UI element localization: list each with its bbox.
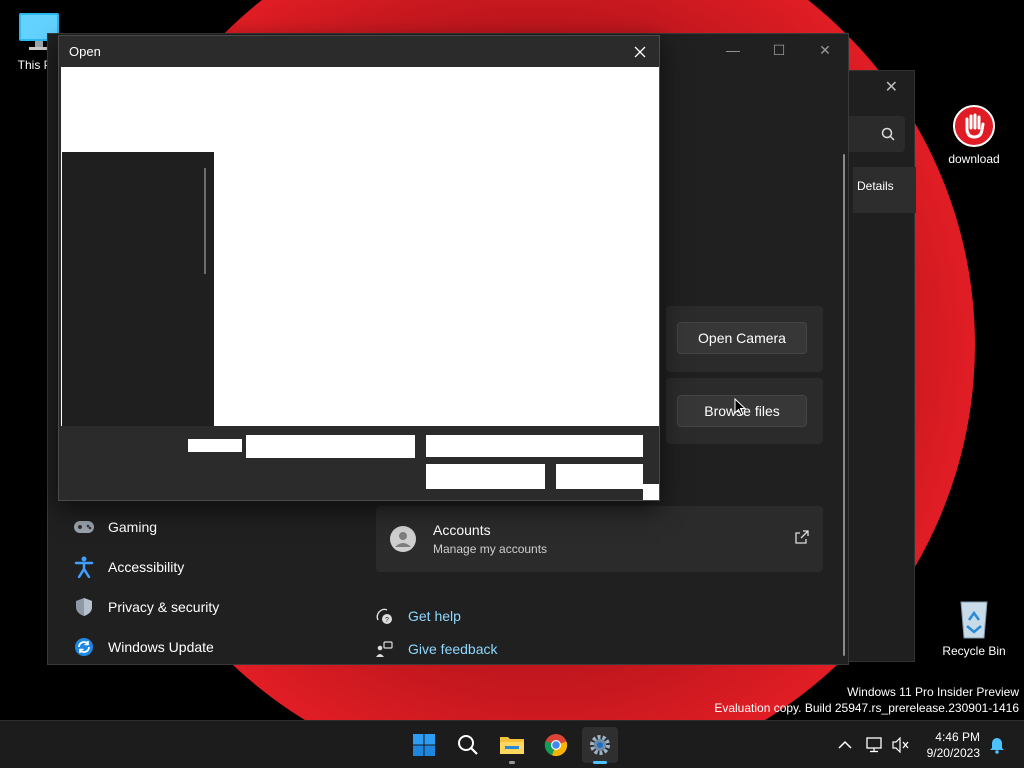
shield-icon [72,595,96,619]
recycle-bin-icon [952,596,996,640]
notification-bell-icon[interactable] [984,727,1010,763]
chevron-up-icon[interactable] [827,727,863,763]
help-icon: ? [374,607,394,625]
sidebar-item-gaming[interactable]: Gaming [72,509,372,545]
give-feedback-label: Give feedback [408,641,498,657]
background-dialog: ✕ Details [848,70,916,662]
avatar [390,526,416,552]
sidebar-item-windows-update[interactable]: Windows Update [72,629,372,664]
get-help-link[interactable]: ? Get help [374,605,461,627]
start-icon[interactable] [406,727,442,763]
svg-text:?: ? [385,617,389,624]
system-clock[interactable]: 4:46 PM 9/20/2023 [927,729,980,761]
minimize-icon[interactable]: — [710,34,756,66]
clock-date: 9/20/2023 [926,746,980,760]
accounts-card[interactable]: Accounts Manage my accounts [376,506,823,572]
file-name-label [188,439,242,452]
accounts-title: Accounts [433,522,491,538]
resize-grip[interactable] [643,484,659,500]
windows-update-icon [72,635,96,659]
dialog-title: Open [69,44,101,59]
file-explorer-icon[interactable] [494,727,530,764]
sidebar-item-accessibility[interactable]: Accessibility [72,549,372,585]
clock-time: 4:46 PM [935,730,980,744]
running-indicator [509,761,515,764]
external-link-icon [795,530,809,549]
details-tab[interactable]: Details [853,167,916,213]
search-icon[interactable] [450,727,486,763]
accessibility-icon [72,555,96,579]
scrollbar[interactable] [204,168,206,274]
watermark-line-2: Evaluation copy. Build 25947.rs_prerelea… [714,701,1019,715]
volume-muted-icon[interactable] [886,727,916,763]
open-button[interactable] [426,464,545,489]
dialog-footer [59,426,659,500]
chrome-icon[interactable] [538,727,574,763]
navigation-pane[interactable] [62,152,214,426]
maximize-icon[interactable]: ☐ [756,34,802,66]
window-controls: — ☐ ✕ [710,34,848,66]
hand-stop-icon [952,104,996,148]
open-camera-button[interactable]: Open Camera [677,322,807,354]
close-icon[interactable] [627,39,653,65]
cancel-button[interactable] [556,464,643,489]
feedback-icon [374,640,394,658]
desktop-icon-label: Recycle Bin [942,644,1006,658]
file-name-input[interactable] [246,435,415,458]
search-box[interactable] [849,116,905,152]
sidebar-item-label: Windows Update [108,639,214,655]
open-file-dialog: Open [58,35,660,501]
accounts-subtitle: Manage my accounts [433,542,548,556]
desktop-icon-download[interactable]: download [936,104,1012,166]
scrollbar[interactable] [843,154,845,656]
watermark-line-1: Windows 11 Pro Insider Preview [847,685,1019,699]
search-icon [881,127,895,141]
sidebar-item-label: Accessibility [108,559,185,575]
taskbar: 4:46 PM 9/20/2023 [0,720,1024,768]
mouse-cursor-icon [734,397,747,421]
file-type-dropdown[interactable] [426,435,643,457]
sidebar-item-label: Privacy & security [108,599,220,615]
close-icon[interactable]: ✕ [802,34,848,66]
close-icon[interactable]: ✕ [885,77,898,97]
active-indicator [593,761,607,764]
give-feedback-link[interactable]: Give feedback [374,638,498,660]
get-help-label: Get help [408,608,461,624]
settings-icon[interactable] [582,727,618,764]
sidebar-item-privacy-security[interactable]: Privacy & security [72,589,372,625]
desktop-icon-recycle-bin[interactable]: Recycle Bin [936,596,1012,658]
sidebar-item-label: Gaming [108,519,158,535]
desktop-icon-label: download [948,152,1000,166]
gaming-icon [72,515,96,539]
